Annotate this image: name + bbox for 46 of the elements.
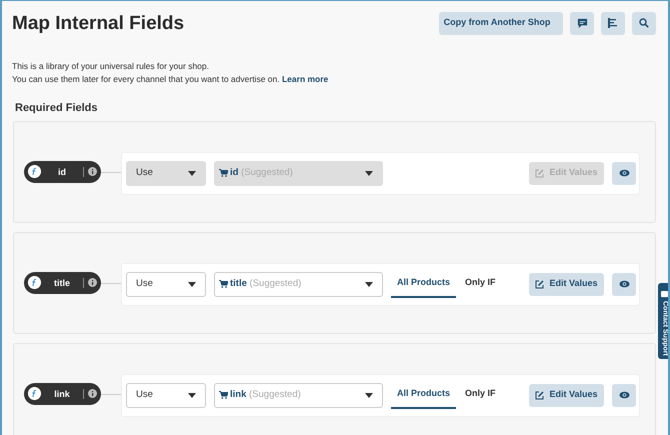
caret-icon xyxy=(365,282,373,286)
preview-icon[interactable] xyxy=(612,162,636,184)
field-name: title xyxy=(41,278,84,288)
edit-values-button[interactable]: Edit Values xyxy=(529,272,604,296)
caret-icon xyxy=(188,170,196,176)
search-icon[interactable] xyxy=(632,12,656,34)
mode-select[interactable]: Use xyxy=(126,272,206,296)
filter-tab[interactable]: Only IF xyxy=(456,381,505,409)
list-icon[interactable] xyxy=(601,12,625,34)
edit-values-button[interactable]: Edit Values xyxy=(529,384,604,406)
intro-text: This is a library of your universal rules for your shop. xyxy=(12,60,210,73)
cart-icon xyxy=(219,391,228,399)
info-icon[interactable] xyxy=(88,278,97,287)
source-value: title (Suggested) xyxy=(230,276,302,291)
caret-icon xyxy=(188,282,196,286)
learn-more-link[interactable]: Learn more xyxy=(282,74,328,84)
source-select[interactable]: title (Suggested) xyxy=(214,272,383,296)
caret-icon xyxy=(365,170,373,176)
edit-icon xyxy=(535,168,544,178)
function-icon xyxy=(28,276,41,289)
copy-from-shop-button[interactable]: Copy from Another Shop xyxy=(439,12,563,34)
chat-icon xyxy=(660,291,668,298)
info-icon[interactable] xyxy=(88,389,97,398)
filter-tab[interactable]: All Products xyxy=(391,270,456,298)
filter-tab[interactable]: Only IF xyxy=(456,270,505,298)
cart-icon xyxy=(219,280,228,288)
caret-icon xyxy=(365,392,373,398)
chat-icon[interactable] xyxy=(570,12,594,34)
section-title: Required Fields xyxy=(15,101,99,116)
page-title: Map Internal Fields xyxy=(12,14,184,32)
function-icon xyxy=(28,387,41,400)
caret-icon xyxy=(188,392,196,398)
source-select[interactable]: link (Suggested) xyxy=(214,382,383,408)
filter-tab[interactable]: All Products xyxy=(391,381,456,409)
intro-text: You can use them later for every channel that you want to advertise on. xyxy=(12,74,280,84)
field-name: id xyxy=(41,166,84,176)
source-value: link (Suggested) xyxy=(230,388,301,402)
preview-icon[interactable] xyxy=(612,384,636,406)
edit-icon xyxy=(535,280,544,288)
cart-icon xyxy=(219,169,228,177)
field-name: link xyxy=(41,388,84,398)
preview-icon[interactable] xyxy=(612,272,636,296)
function-icon xyxy=(28,165,41,178)
info-icon[interactable] xyxy=(88,167,97,176)
mode-select[interactable]: Use xyxy=(126,382,206,408)
edit-icon xyxy=(535,390,544,400)
